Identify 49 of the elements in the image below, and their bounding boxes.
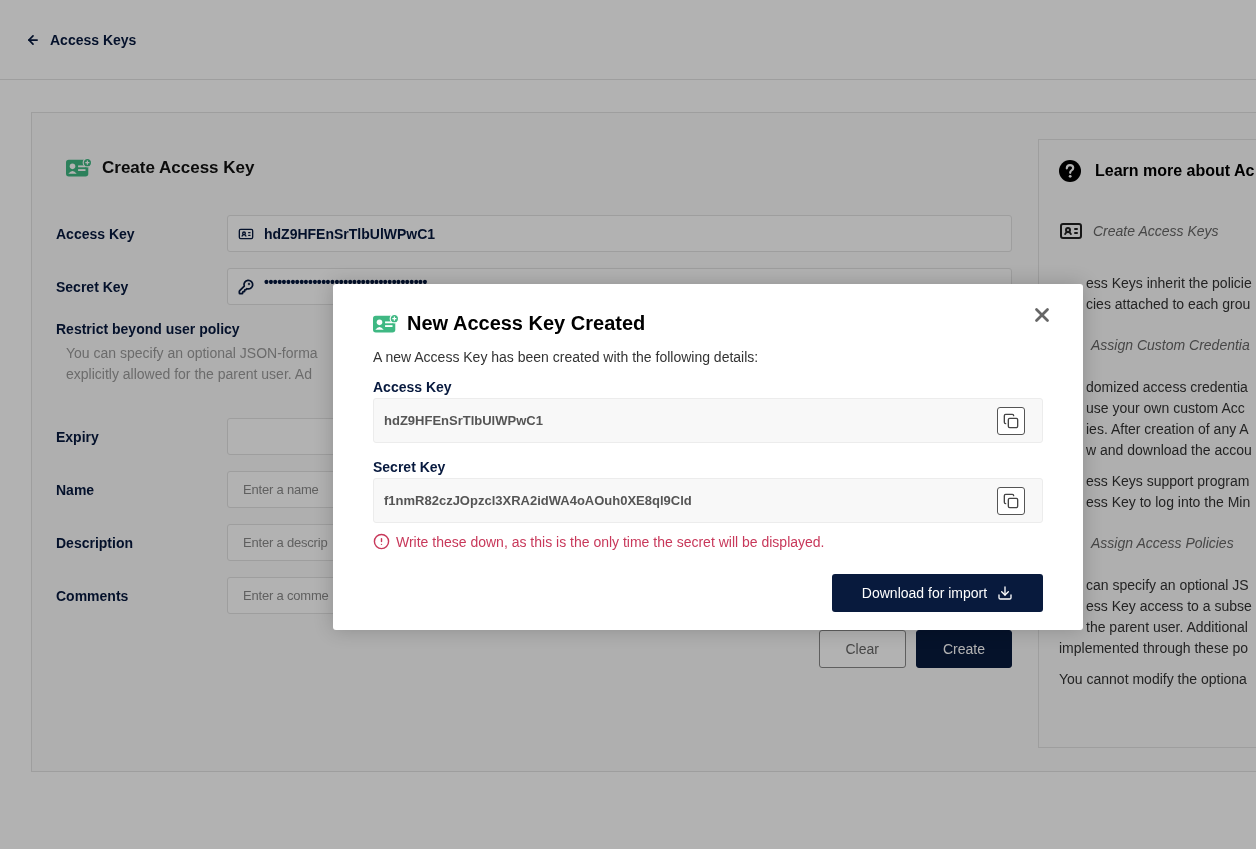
field-label: Description [56,534,134,551]
warning-text: Write these down, as this is the only time the secret will be displayed. [396,533,825,550]
key-card-icon [373,313,399,334]
help-text: ies. After creation of any A [1086,420,1249,439]
back-link[interactable]: Access Keys [26,31,137,48]
help-heading: Create Access Keys [1093,223,1219,239]
dialog-title: New Access Key Created [407,312,646,335]
field-label: Access Key [56,225,136,242]
key-value: hdZ9HFEnSrTlbUlWPwC1 [384,413,543,428]
description-text: You can specify an optional JSON-forma [66,344,318,363]
alert-icon [373,533,390,550]
copy-button[interactable] [997,486,1025,515]
help-heading: Assign Access Policies [1091,535,1234,551]
field-label: Comments [56,587,130,604]
field-label: Expiry [56,428,100,445]
key-label: Secret Key [373,459,447,475]
help-text: ess Key to log into the Min [1086,493,1251,512]
help-text: ess Keys inherit the policie [1086,274,1252,293]
key-icon [238,278,254,295]
help-text: domized access credentia [1086,378,1248,397]
description-text: explicitly allowed for the parent user. Ad [66,365,312,384]
help-text: You cannot modify the optiona [1059,670,1247,689]
field-label: Secret Key [56,278,130,295]
help-text: the parent user. Additional [1086,618,1248,637]
dialog-subtitle: A new Access Key has been created with the following details: [373,349,760,365]
create-button[interactable]: Create [915,630,1012,668]
copy-button[interactable] [997,406,1025,435]
help-text: ess Keys support program [1086,472,1250,491]
help-icon [1059,160,1081,182]
download-button[interactable]: Download for import [832,574,1043,612]
key-label: Access Key [373,379,453,395]
download-icon [997,585,1014,601]
help-text: implemented through these po [1059,639,1249,658]
form-title: Create Access Key [102,158,255,178]
copy-icon [1003,492,1019,509]
help-text: use your own custom Acc [1086,399,1245,418]
help-title: Learn more about Ac [1095,162,1255,180]
key-value: f1nmR82czJOpzcl3XRA2idWA4oAOuh0XE8ql9Cld [384,493,692,508]
help-text: can specify an optional JS [1086,576,1249,595]
help-text: ess Key access to a subse [1086,597,1252,616]
clear-button[interactable]: Clear [818,630,906,668]
help-text: cies attached to each grou [1086,295,1251,314]
help-heading: Assign Custom Credentia [1091,337,1250,353]
access-key-field[interactable]: hdZ9HFEnSrTlbUlWPwC1 [227,215,1012,252]
key-card-icon [66,158,92,178]
copy-icon [1003,412,1019,429]
section-title: Restrict beyond user policy [56,321,240,337]
help-text: w and download the accou [1086,441,1252,460]
field-label: Name [56,481,96,498]
